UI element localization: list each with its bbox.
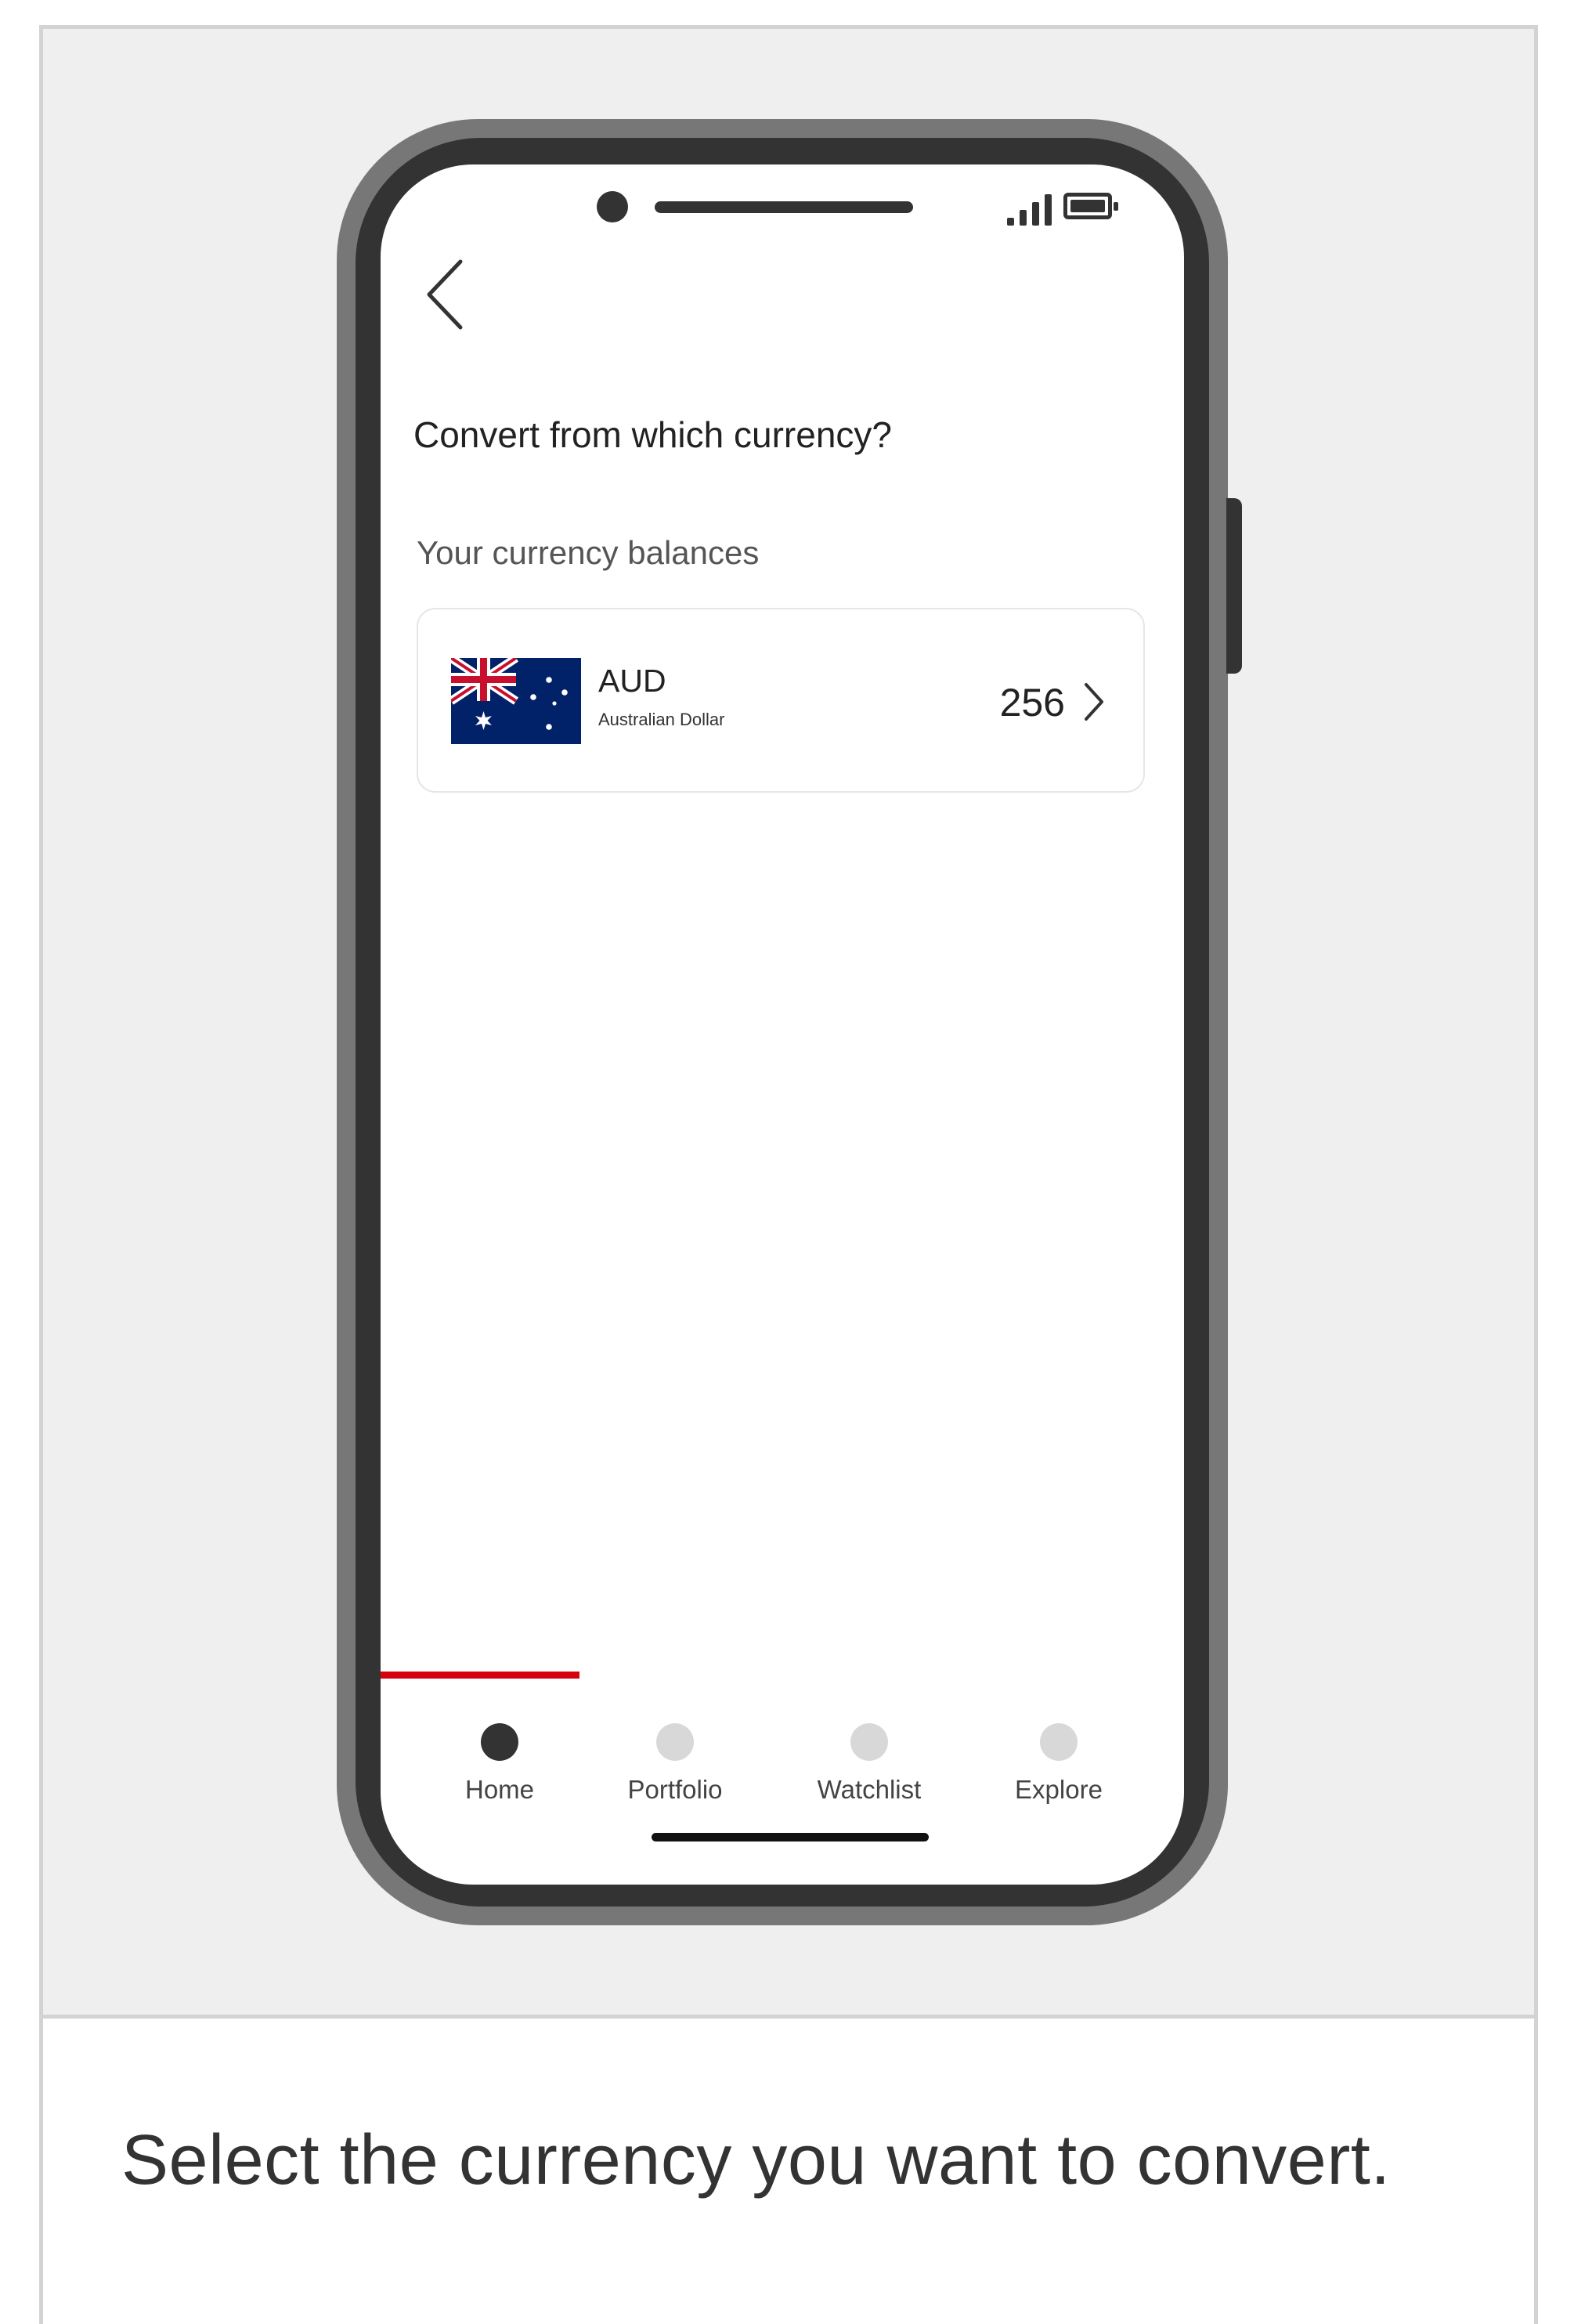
nav-active-indicator (381, 1672, 579, 1679)
portfolio-icon (656, 1723, 694, 1761)
signal-icon (1007, 191, 1056, 226)
home-indicator[interactable] (652, 1833, 929, 1841)
battery-icon (1063, 193, 1118, 219)
page-title: Convert from which currency? (413, 414, 892, 455)
chevron-left-icon (427, 259, 463, 330)
currency-code: AUD (598, 663, 666, 699)
instruction-caption: Select the currency you want to convert. (121, 2121, 1391, 2199)
currency-balance-row-aud[interactable]: AUD Australian Dollar 256 (417, 608, 1145, 793)
chevron-right-icon (1085, 683, 1103, 721)
nav-label-explore: Explore (1015, 1775, 1103, 1804)
nav-label-home: Home (464, 1775, 535, 1804)
explore-icon (1040, 1723, 1078, 1761)
back-button[interactable] (421, 255, 471, 334)
phone-screen: Convert from which currency? Your curren… (381, 164, 1184, 1885)
nav-label-portfolio: Portfolio (627, 1775, 723, 1804)
phone-side-button (1226, 498, 1242, 674)
nav-item-home[interactable]: Home (421, 1723, 578, 1805)
nav-item-watchlist[interactable]: Watchlist (791, 1723, 948, 1805)
speaker-icon (655, 201, 913, 213)
section-label: Your currency balances (417, 534, 760, 571)
nav-item-explore[interactable]: Explore (980, 1723, 1137, 1805)
currency-name: Australian Dollar (598, 710, 725, 729)
nav-item-portfolio[interactable]: Portfolio (597, 1723, 753, 1805)
nav-label-watchlist: Watchlist (817, 1775, 922, 1804)
camera-icon (597, 191, 628, 222)
watchlist-icon (850, 1723, 888, 1761)
australia-flag-icon (451, 658, 581, 744)
home-icon (481, 1723, 518, 1761)
currency-balance-amount: 256 (999, 681, 1065, 725)
